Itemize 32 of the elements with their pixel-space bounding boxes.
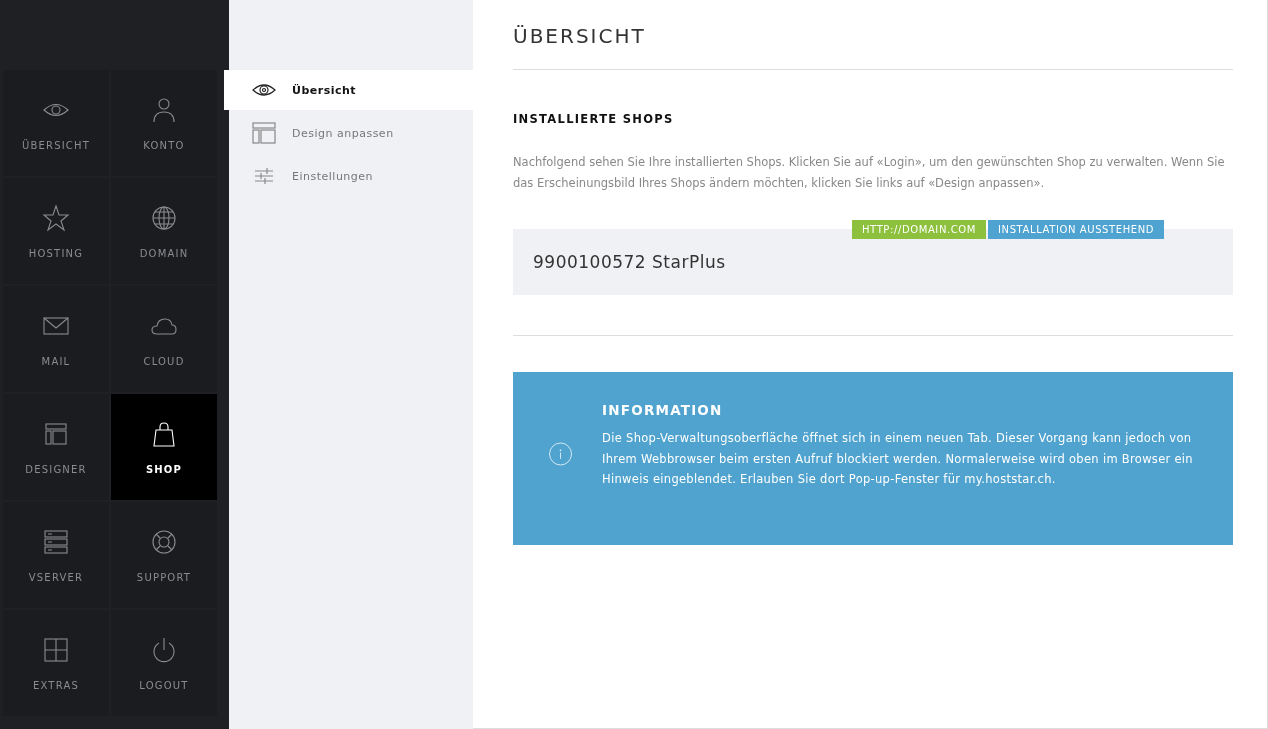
nav-tile[interactable]: VSERVER <box>3 502 109 608</box>
shop-name: 9900100572 StarPlus <box>533 252 726 272</box>
page-title: ÜBERSICHT <box>513 24 646 48</box>
shop-tag: INSTALLATION AUSSTEHEND <box>988 220 1165 239</box>
nav-tile[interactable]: HOSTING <box>3 178 109 284</box>
shopping-bag-icon <box>150 419 178 448</box>
nav-tile[interactable]: LOGOUT <box>111 610 217 716</box>
nav-tile[interactable]: KONTO <box>111 70 217 176</box>
nav-tile[interactable]: DOMAIN <box>111 178 217 284</box>
subnav-item[interactable]: Design anpassen <box>224 113 473 153</box>
shop-tag: HTTP://DOMAIN.COM <box>852 220 987 239</box>
nav-tile[interactable]: ÜBERSICHT <box>3 70 109 176</box>
subnav-item[interactable]: Einstellungen <box>224 156 473 196</box>
info-title: INFORMATION <box>602 402 723 418</box>
nav-tile[interactable]: SHOP <box>111 394 217 500</box>
nav-tile[interactable]: EXTRAS <box>3 610 109 716</box>
plus-square-icon <box>42 635 70 664</box>
nav-tile[interactable]: DESIGNER <box>3 394 109 500</box>
person-icon <box>150 95 178 124</box>
star-icon <box>42 203 70 232</box>
server-icon <box>42 527 70 556</box>
info-text: Die Shop-Verwaltungsoberfläche öffnet sich in einem neuen Tab. Dieser Vorgang kann jedoch von Ihrem Webbrowser beim ersten Aufruf blockiert werden. Normalerweise wird oben im Browser ein Hinweis eingeblendet. Erlauben Sie dort Pop-up-Fenster für my.hoststar.ch. <box>602 430 1194 488</box>
layout-icon <box>252 121 276 145</box>
nav-tile[interactable]: MAIL <box>3 286 109 392</box>
subnav-item[interactable]: Übersicht <box>224 70 473 110</box>
globe-icon <box>150 203 178 232</box>
lifebuoy-icon <box>150 527 178 556</box>
section-title: INSTALLIERTE SHOPS <box>513 112 674 126</box>
nav-tile[interactable]: SUPPORT <box>111 502 217 608</box>
nav-tile[interactable]: CLOUD <box>111 286 217 392</box>
intro-paragraph: Nachfolgend sehen Sie Ihre installierten Shops. Klicken Sie auf «Login», um den gewünschten Shop zu verwalten. Wenn Sie das Erscheinungsbild Ihres Shops ändern möchten, klicken Sie links auf «Design anpassen». <box>513 154 1226 192</box>
power-icon <box>150 635 178 664</box>
